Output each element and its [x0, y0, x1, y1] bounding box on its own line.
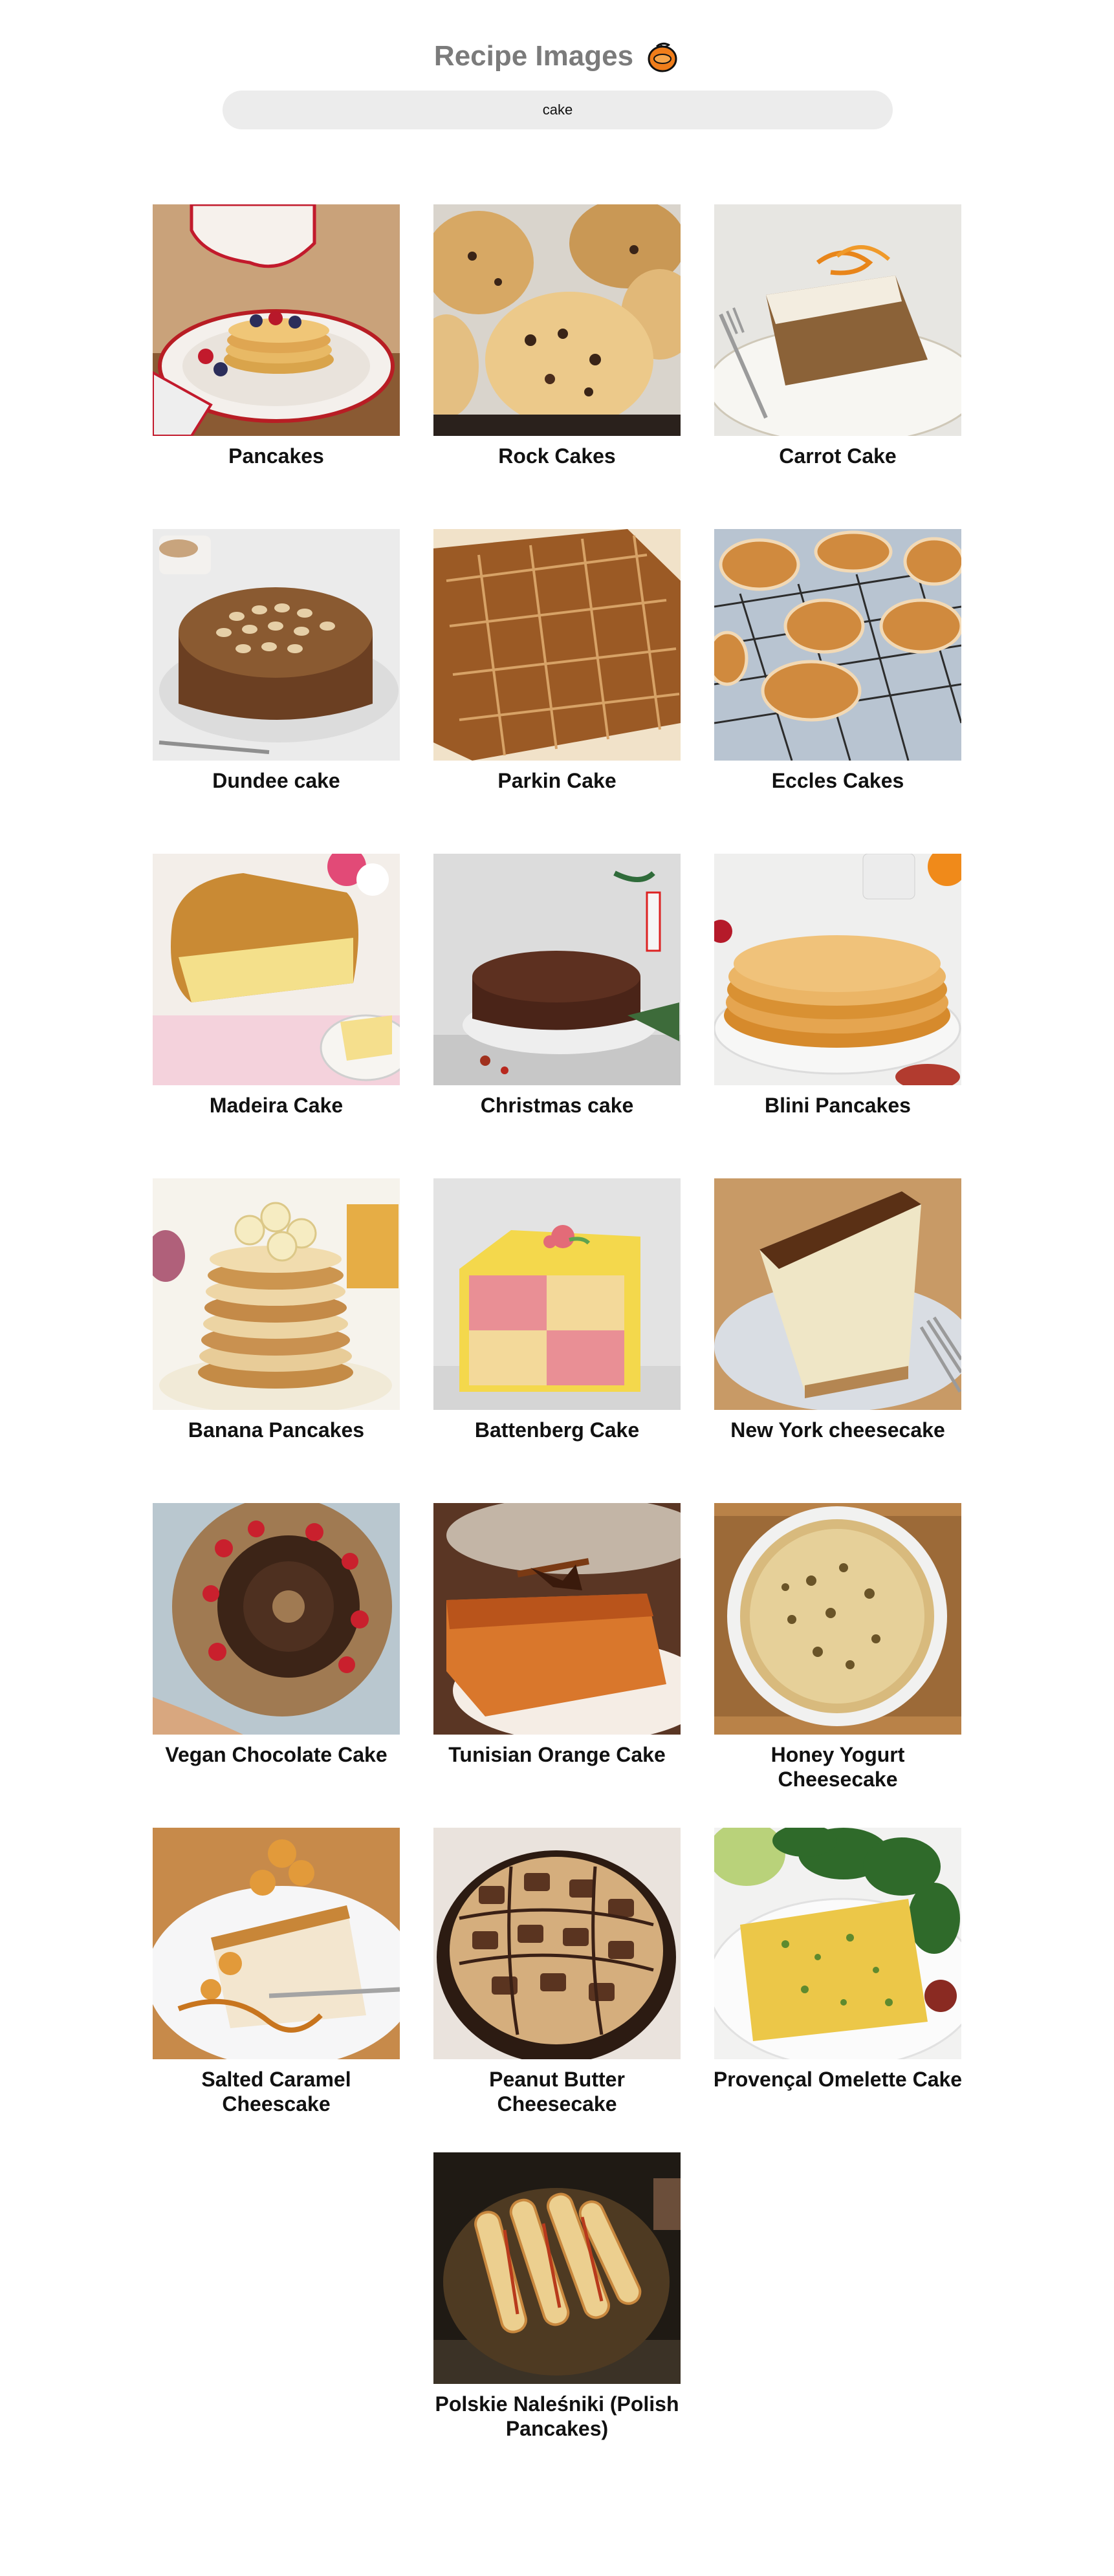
recipe-card-battenberg-cake[interactable]: Battenberg Cake: [433, 1178, 681, 1503]
carrot-cake-photo: [714, 204, 961, 436]
battenberg-cake-photo: [433, 1178, 681, 1410]
recipe-card-honey-yogurt-cheesecake[interactable]: Honey Yogurt Cheesecake: [714, 1503, 961, 1828]
recipe-image[interactable]: [714, 1503, 961, 1735]
recipe-title: Pancakes: [228, 444, 324, 468]
recipe-image[interactable]: [433, 1828, 681, 2059]
recipe-title: Honey Yogurt Cheesecake: [770, 1743, 905, 1791]
recipe-image[interactable]: [433, 1178, 681, 1410]
recipe-card-christmas-cake[interactable]: Christmas cake: [433, 854, 681, 1178]
recipe-image[interactable]: [433, 854, 681, 1085]
recipe-card-carrot-cake[interactable]: Carrot Cake: [714, 204, 961, 529]
recipe-card-blini-pancakes[interactable]: Blini Pancakes: [714, 854, 961, 1178]
recipe-image[interactable]: [714, 854, 961, 1085]
omelette-cake-photo: [714, 1828, 961, 2059]
recipe-card-tunisian-orange-cake[interactable]: Tunisian Orange Cake: [433, 1503, 681, 1828]
caramel-cheesecake-photo: [153, 1828, 400, 2059]
madeira-cake-photo: [153, 854, 400, 1085]
recipe-title: Rock Cakes: [498, 444, 616, 468]
recipe-title: Blini Pancakes: [765, 1094, 911, 1117]
recipe-image[interactable]: [714, 204, 961, 436]
recipe-card-madeira-cake[interactable]: Madeira Cake: [153, 854, 400, 1178]
header: Recipe Images: [0, 36, 1114, 77]
recipe-title: Provençal Omelette Cake: [713, 2068, 963, 2091]
recipe-title: New York cheesecake: [730, 1418, 945, 1442]
recipe-title: Banana Pancakes: [188, 1418, 365, 1442]
recipe-title: Vegan Chocolate Cake: [165, 1743, 388, 1766]
recipe-card-eccles-cakes[interactable]: Eccles Cakes: [714, 529, 961, 854]
page-title: Recipe Images: [433, 40, 634, 72]
recipe-title: Parkin Cake: [497, 769, 617, 792]
parkin-cake-photo: [433, 529, 681, 761]
polish-pancakes-photo: [433, 2152, 681, 2384]
recipe-image[interactable]: [153, 1828, 400, 2059]
recipe-image[interactable]: [153, 854, 400, 1085]
recipe-card-rock-cakes[interactable]: Rock Cakes: [433, 204, 681, 529]
orange-cake-photo: [433, 1503, 681, 1735]
recipe-image[interactable]: [433, 204, 681, 436]
recipe-image[interactable]: [153, 1503, 400, 1735]
recipe-card-banana-pancakes[interactable]: Banana Pancakes: [153, 1178, 400, 1503]
christmas-cake-photo: [433, 854, 681, 1085]
yogurt-cheesecake-photo: [714, 1503, 961, 1735]
recipe-title: Eccles Cakes: [771, 769, 904, 792]
recipe-title: Carrot Cake: [779, 444, 897, 468]
recipe-title: Madeira Cake: [209, 1094, 344, 1117]
recipe-title: Christmas cake: [480, 1094, 634, 1117]
recipe-page: Recipe Images cake Pancakes Rock Cakes C…: [0, 0, 1114, 2576]
recipe-title: Polskie Naleśniki (Polish Pancakes): [435, 2392, 679, 2440]
recipe-title: Salted Caramel Cheescake: [201, 2068, 351, 2116]
rock-cakes-photo: [433, 204, 681, 436]
recipe-card-vegan-chocolate-cake[interactable]: Vegan Chocolate Cake: [153, 1503, 400, 1828]
recipe-image[interactable]: [153, 529, 400, 761]
orange-fruit-icon: [648, 42, 677, 72]
recipe-image[interactable]: [433, 2152, 681, 2384]
chocolate-cake-photo: [153, 1503, 400, 1735]
recipe-card-salted-caramel-cheescake[interactable]: Salted Caramel Cheescake: [153, 1828, 400, 2152]
recipe-grid: Pancakes Rock Cakes Carrot Cake Dundee c…: [153, 204, 962, 2477]
recipe-image[interactable]: [714, 1828, 961, 2059]
search-input[interactable]: [233, 101, 882, 119]
recipe-card-provencal-omelette-cake[interactable]: Provençal Omelette Cake: [714, 1828, 962, 2152]
recipe-image[interactable]: [714, 529, 961, 761]
search-bar: [223, 91, 893, 129]
cheesecake-photo: [714, 1178, 961, 1410]
banana-pancakes-photo: [153, 1178, 400, 1410]
recipe-card-parkin-cake[interactable]: Parkin Cake: [433, 529, 681, 854]
dundee-cake-photo: [153, 529, 400, 761]
recipe-card-pancakes[interactable]: Pancakes: [153, 204, 400, 529]
recipe-title: Dundee cake: [212, 769, 340, 792]
recipe-card-new-york-cheesecake[interactable]: New York cheesecake: [714, 1178, 961, 1503]
recipe-title: Battenberg Cake: [474, 1418, 640, 1442]
blini-pancakes-photo: [714, 854, 961, 1085]
recipe-image[interactable]: [433, 529, 681, 761]
eccles-cakes-photo: [714, 529, 961, 761]
recipe-image[interactable]: [153, 1178, 400, 1410]
recipe-title: Tunisian Orange Cake: [448, 1743, 666, 1766]
recipe-image[interactable]: [153, 204, 400, 436]
recipe-card-peanut-butter-cheesecake[interactable]: Peanut Butter Cheesecake: [433, 1828, 681, 2152]
recipe-image[interactable]: [714, 1178, 961, 1410]
pancakes-photo: [153, 204, 400, 436]
recipe-card-polskie-nalesniki[interactable]: Polskie Naleśniki (Polish Pancakes): [433, 2152, 681, 2477]
recipe-card-dundee-cake[interactable]: Dundee cake: [153, 529, 400, 854]
recipe-title: Peanut Butter Cheesecake: [489, 2068, 625, 2116]
recipe-image[interactable]: [433, 1503, 681, 1735]
peanut-butter-cheesecake-photo: [433, 1828, 681, 2059]
